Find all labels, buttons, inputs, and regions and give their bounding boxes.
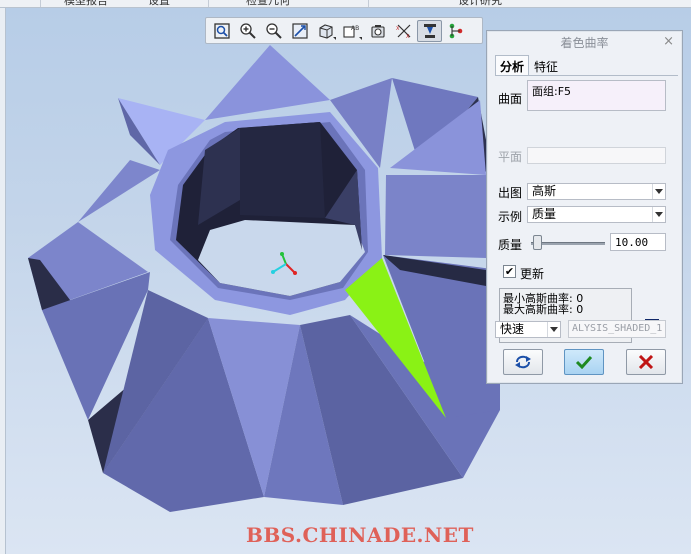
tab-feature[interactable]: 特征 [529,55,563,76]
repeat-button[interactable] [503,349,543,375]
dialog-title: 着色曲率 [560,35,609,50]
analysis-panel: 曲面 面组:F5 平面 出图 高斯 示例 质量 质量 10.00 ✔ 更新 最小… [495,75,678,345]
example-label: 示例 [498,210,523,224]
model-face [205,45,330,120]
repeat-icon [515,355,531,369]
menu-item-design-study[interactable]: 设计研究 [458,0,502,7]
mode-select-value: 快速 [500,322,525,336]
view-toolbar: AB XX [205,17,483,44]
annotation-display-icon: AB [342,25,359,38]
plane-collector [527,147,666,164]
shaded-curvature-dialog: 着色曲率 × 分析 特征 曲面 面组:F5 平面 出图 高斯 示例 质量 质量 … [486,30,683,384]
graph-button[interactable] [443,20,468,42]
menu-separator [368,0,369,7]
model-tree-toggle-icon [423,23,436,38]
spin-center-button[interactable] [365,20,390,42]
menu-item-model-report[interactable]: 模型报告 [64,0,108,7]
reorient-icon [291,22,308,39]
quality-label: 质量 [498,238,523,252]
graph-icon [449,23,462,38]
model-tree-toggle-button[interactable] [417,19,442,42]
svg-text:X: X [396,26,400,32]
close-icon[interactable]: × [663,34,674,49]
menu-item-check-geometry[interactable]: 检查几何 [246,0,290,7]
checkmark-icon: ✔ [504,265,515,278]
plane-label: 平面 [498,150,523,164]
viewport-left-edge [0,8,6,554]
quality-slider-track[interactable] [531,242,605,245]
output-label: 出图 [498,186,523,200]
menu-separator [40,0,41,7]
zoom-out-icon [265,22,282,39]
example-select-value: 质量 [532,207,557,221]
update-label: 更新 [520,267,545,281]
menu-separator [208,0,209,7]
checkmark-icon [575,355,593,369]
chevron-down-icon [547,322,560,337]
zoom-in-button[interactable] [235,20,260,42]
datum-display-button[interactable]: XX [391,20,416,42]
spin-center-icon [370,24,385,38]
dialog-title-bar[interactable]: 着色曲率 × [487,31,682,53]
triad-axis [271,270,275,274]
chevron-down-icon [652,184,665,199]
watermark-text: BBS.CHINADE.NET [246,523,474,547]
update-checkbox[interactable]: ✔ [503,265,516,278]
reorient-button[interactable] [287,20,312,42]
flyout-arrow-icon [359,36,362,40]
chevron-down-icon [652,207,665,222]
triad-axis [293,271,297,275]
surface-label: 曲面 [498,92,523,106]
triad-axis [280,252,284,256]
svg-text:X: X [406,34,410,40]
zoom-in-icon [239,22,256,39]
tab-analysis[interactable]: 分析 [495,55,530,76]
model-face [240,122,325,218]
menu-item-settings[interactable]: 设置 [148,0,170,7]
example-select[interactable]: 质量 [527,206,666,223]
model-face [385,175,486,258]
quality-slider-thumb[interactable] [533,235,542,250]
annotation-display-button[interactable]: AB [339,20,364,42]
output-select-value: 高斯 [532,184,557,198]
surface-collector[interactable]: 面组:F5 [527,80,666,111]
display-style-button[interactable] [313,20,338,42]
cancel-button[interactable] [626,349,666,375]
flyout-arrow-icon [333,36,336,40]
refit-button[interactable] [209,20,234,42]
display-style-icon [318,23,333,39]
top-menu-strip: 模型报告 设置 检查几何 设计研究 [0,0,691,8]
analysis-name-field[interactable]: ALYSIS_SHADED_1 [568,320,666,338]
svg-text:AB: AB [351,25,359,32]
ok-button[interactable] [564,349,604,375]
refit-icon [213,22,230,39]
mode-select[interactable]: 快速 [495,321,561,338]
datum-display-icon: XX [396,24,410,40]
zoom-out-button[interactable] [261,20,286,42]
dialog-tabs: 分析 特征 [495,55,563,76]
output-select[interactable]: 高斯 [527,183,666,200]
quality-value-field[interactable]: 10.00 [610,233,666,251]
cancel-x-icon [638,355,654,369]
model-face [78,160,160,222]
